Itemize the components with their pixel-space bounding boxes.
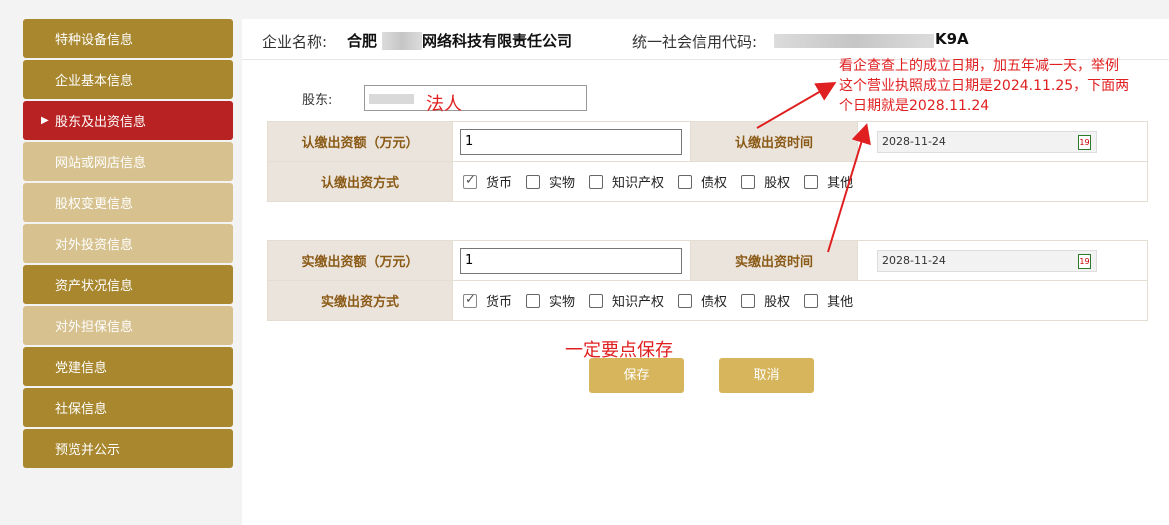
sidebar-item-label: 企业基本信息 (55, 74, 134, 89)
page: 特种设备信息 企业基本信息 ▶ 股东及出资信息 网站或网店信息 股权变更信息 对外… (0, 0, 1169, 525)
subscribed-equity-checkbox[interactable] (741, 174, 756, 189)
sidebar-item-basic-info[interactable]: 企业基本信息 (23, 60, 233, 99)
shareholder-label: 股东: (302, 93, 333, 108)
annotation-line: 个日期就是2028.11.24 (839, 98, 990, 114)
subscribed-method-label: 认缴出资方式 (267, 161, 453, 202)
subscribed-date-value: 2028-11-24 (882, 134, 946, 148)
sidebar-item-label: 对外投资信息 (55, 238, 134, 253)
checkbox-label: 货币 (486, 176, 513, 191)
checkbox-label: 知识产权 (612, 176, 665, 191)
sidebar-item-label: 社保信息 (55, 402, 108, 417)
paid-date-input[interactable]: 2028-11-24 19 (877, 249, 1097, 272)
subscribed-cash-checkbox[interactable] (463, 173, 477, 189)
company-header: 企业名称: 合肥 网络科技有限责任公司 统一社会信用代码: K9A (242, 19, 1169, 60)
sidebar-item-label: 对外担保信息 (55, 320, 134, 335)
subscribed-amount-input[interactable] (460, 128, 682, 155)
subscribed-table: 认缴出资额（万元） 认缴出资时间 2028-11-24 19 认缴出资方式 货币 … (267, 121, 1148, 202)
paid-cash-checkbox[interactable] (463, 292, 477, 308)
annotation-line: 看企查查上的成立日期，加五年减一天，举例 (839, 58, 1119, 74)
sidebar-item-special-equipment[interactable]: 特种设备信息 (23, 19, 233, 58)
subscribed-time-cell: 2028-11-24 19 (857, 121, 1148, 162)
date-rule-annotation: 看企查查上的成立日期，加五年减一天，举例 这个营业执照成立日期是2024.11.… (839, 56, 1129, 116)
paid-table: 实缴出资额（万元） 实缴出资时间 2028-11-24 19 实缴出资方式 货币 … (267, 240, 1148, 321)
annotation-line: 这个营业执照成立日期是2024.11.25，下面两 (839, 78, 1130, 94)
main-panel: 企业名称: 合肥 网络科技有限责任公司 统一社会信用代码: K9A 股东: 法人… (242, 19, 1169, 525)
checkbox-label: 股权 (764, 176, 791, 191)
sidebar-item-label: 股权变更信息 (55, 197, 134, 212)
paid-amount-input[interactable] (460, 247, 682, 274)
checkbox-label: 实物 (549, 295, 576, 310)
subscribed-method-cell: 货币 实物 知识产权 债权 股权 其他 (452, 161, 1148, 202)
checkbox-label: 其他 (827, 176, 854, 191)
sidebar-item-shareholder[interactable]: ▶ 股东及出资信息 (23, 101, 233, 140)
sidebar-item-assets[interactable]: 资产状况信息 (23, 265, 233, 304)
sidebar-item-label: 特种设备信息 (55, 33, 134, 48)
company-name-suffix: 网络科技有限责任公司 (422, 32, 573, 50)
sidebar-item-website[interactable]: 网站或网店信息 (23, 142, 233, 181)
credit-code-label: 统一社会信用代码: (632, 33, 758, 51)
redacted-block (382, 32, 422, 50)
company-name-prefix: 合肥 (347, 32, 378, 50)
subscribed-method-options: 货币 实物 知识产权 债权 股权 其他 (453, 172, 1147, 191)
save-button[interactable]: 保存 (589, 358, 684, 393)
calendar-icon[interactable]: 19 (1078, 253, 1091, 269)
paid-method-cell: 货币 实物 知识产权 债权 股权 其他 (452, 280, 1148, 321)
active-arrow-icon: ▶ (41, 115, 49, 126)
checkbox-label: 债权 (701, 295, 728, 310)
sidebar-item-party[interactable]: 党建信息 (23, 347, 233, 386)
save-annotation: 一定要点保存 (565, 340, 673, 361)
redacted-block (369, 94, 414, 104)
checkbox-label: 其他 (827, 295, 854, 310)
sidebar-item-investment[interactable]: 对外投资信息 (23, 224, 233, 263)
sidebar-item-preview-publish[interactable]: 预览并公示 (23, 429, 233, 468)
paid-method-options: 货币 实物 知识产权 债权 股权 其他 (453, 291, 1147, 310)
paid-amount-label: 实缴出资额（万元） (267, 240, 453, 281)
subscribed-time-label: 认缴出资时间 (690, 121, 858, 162)
calendar-icon[interactable]: 19 (1078, 134, 1091, 150)
sidebar-item-label: 预览并公示 (55, 443, 121, 458)
subscribed-ip-checkbox[interactable] (589, 174, 604, 189)
subscribed-amount-label: 认缴出资额（万元） (267, 121, 453, 162)
sidebar-item-label: 股东及出资信息 (55, 115, 147, 130)
cancel-button[interactable]: 取消 (719, 358, 814, 393)
redacted-block (774, 34, 934, 48)
paid-amount-cell (452, 240, 691, 281)
sidebar-item-label: 网站或网店信息 (55, 156, 147, 171)
paid-physical-checkbox[interactable] (526, 293, 541, 308)
checkbox-label: 实物 (549, 176, 576, 191)
paid-method-label: 实缴出资方式 (267, 280, 453, 321)
checkbox-label: 知识产权 (612, 295, 665, 310)
subscribed-debt-checkbox[interactable] (678, 174, 693, 189)
company-name-label: 企业名称: (262, 33, 328, 51)
sidebar-nav: 特种设备信息 企业基本信息 ▶ 股东及出资信息 网站或网店信息 股权变更信息 对外… (23, 19, 233, 470)
paid-debt-checkbox[interactable] (678, 293, 693, 308)
paid-time-label: 实缴出资时间 (690, 240, 858, 281)
sidebar-item-label: 资产状况信息 (55, 279, 134, 294)
sidebar-item-social-security[interactable]: 社保信息 (23, 388, 233, 427)
sidebar-item-equity-change[interactable]: 股权变更信息 (23, 183, 233, 222)
credit-code-suffix: K9A (935, 30, 969, 48)
sidebar-item-label: 党建信息 (55, 361, 108, 376)
paid-ip-checkbox[interactable] (589, 293, 604, 308)
checkbox-label: 股权 (764, 295, 791, 310)
checkbox-label: 货币 (486, 295, 513, 310)
subscribed-amount-cell (452, 121, 691, 162)
subscribed-physical-checkbox[interactable] (526, 174, 541, 189)
checkbox-label: 债权 (701, 176, 728, 191)
paid-other-checkbox[interactable] (804, 293, 819, 308)
paid-time-cell: 2028-11-24 19 (857, 240, 1148, 281)
shareholder-annotation: 法人 (426, 94, 462, 115)
subscribed-other-checkbox[interactable] (804, 174, 819, 189)
subscribed-date-input[interactable]: 2028-11-24 19 (877, 130, 1097, 153)
sidebar-item-guarantee[interactable]: 对外担保信息 (23, 306, 233, 345)
paid-date-value: 2028-11-24 (882, 253, 946, 267)
paid-equity-checkbox[interactable] (741, 293, 756, 308)
